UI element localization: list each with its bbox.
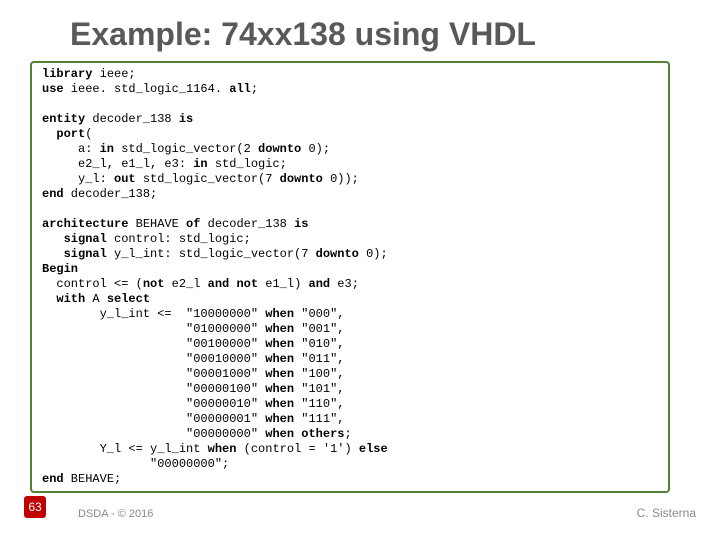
slide-title: Example: 74xx138 using VHDL [70, 16, 690, 53]
footer-left-text: DSDA - © 2016 [78, 508, 153, 520]
code-block: library ieee; use ieee. std_logic_1164. … [42, 67, 658, 487]
footer-right-text: C. Sisterna [637, 506, 696, 520]
code-box: library ieee; use ieee. std_logic_1164. … [30, 61, 670, 493]
slide-number-badge: 63 [24, 496, 46, 518]
slide-container: Example: 74xx138 using VHDL library ieee… [0, 0, 720, 540]
